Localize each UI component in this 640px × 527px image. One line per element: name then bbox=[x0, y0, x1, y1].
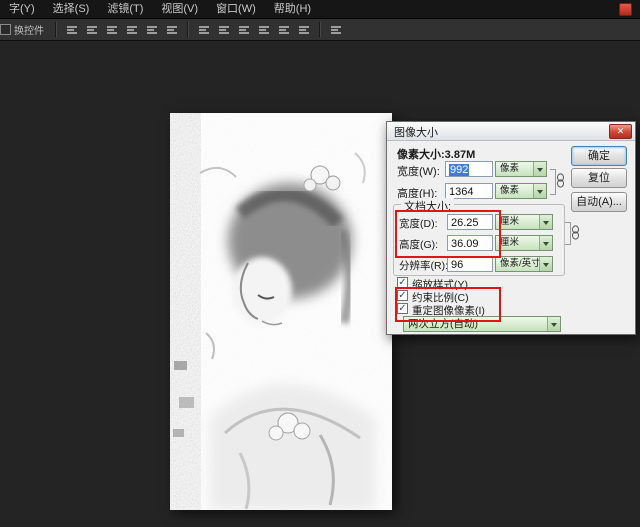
pixel-height-input[interactable]: 1364 bbox=[445, 183, 493, 199]
chevron-down-icon bbox=[533, 184, 546, 198]
menu-help[interactable]: 帮助(H) bbox=[265, 0, 320, 18]
toolbar-separator bbox=[187, 22, 189, 37]
align-bottom-icon[interactable] bbox=[164, 23, 180, 37]
close-icon[interactable]: ✕ bbox=[609, 124, 632, 139]
show-transform-controls-checkbox[interactable] bbox=[0, 24, 11, 35]
resample-image-checkbox[interactable]: ✓ bbox=[397, 303, 408, 314]
doc-width-label: 宽度(D): bbox=[399, 216, 438, 231]
pixel-width-value: 992 bbox=[449, 164, 469, 176]
window-control-icon[interactable] bbox=[619, 3, 632, 16]
doc-width-unit: 厘米 bbox=[500, 216, 519, 227]
options-bar: 换控件 bbox=[0, 19, 640, 41]
doc-height-label: 高度(G): bbox=[399, 237, 438, 252]
doc-width-value: 26.25 bbox=[451, 217, 479, 229]
align-center-horizontal-icon[interactable] bbox=[84, 23, 100, 37]
image-size-dialog: 图像大小 ✕ 像素大小:3.87M 宽度(W): 992 像素 高度(H): 1… bbox=[386, 121, 636, 335]
scale-styles-checkbox[interactable]: ✓ bbox=[397, 277, 408, 288]
photoshop-window: 字(Y) 选择(S) 滤镜(T) 视图(V) 窗口(W) 帮助(H) 换控件 bbox=[0, 0, 640, 527]
resolution-input[interactable]: 96 bbox=[447, 256, 493, 272]
menu-filter[interactable]: 滤镜(T) bbox=[98, 0, 152, 18]
constrain-proportions-checkbox[interactable]: ✓ bbox=[397, 290, 408, 301]
chevron-down-icon bbox=[539, 236, 552, 250]
resolution-unit-select[interactable]: 像素/英寸 bbox=[495, 256, 553, 272]
resolution-unit: 像素/英寸 bbox=[500, 258, 541, 269]
distribute-right-icon[interactable] bbox=[296, 23, 312, 37]
pixel-width-label: 宽度(W): bbox=[397, 163, 440, 179]
pixel-height-unit: 像素 bbox=[500, 185, 519, 196]
toolbar-separator bbox=[55, 22, 57, 37]
ok-button[interactable]: 确定 bbox=[571, 146, 627, 166]
doc-width-unit-select[interactable]: 厘米 bbox=[495, 214, 553, 230]
distribute-bottom-icon[interactable] bbox=[236, 23, 252, 37]
pixel-width-unit: 像素 bbox=[500, 163, 519, 174]
chevron-down-icon bbox=[533, 162, 546, 176]
pixel-width-unit-select[interactable]: 像素 bbox=[495, 161, 547, 177]
resample-method-select[interactable]: 两次立方(自动) bbox=[403, 316, 561, 332]
align-right-icon[interactable] bbox=[104, 23, 120, 37]
show-transform-controls-label: 换控件 bbox=[14, 22, 44, 37]
canvas-image bbox=[170, 113, 392, 510]
document-size-label: 文档大小: bbox=[401, 198, 454, 214]
document-canvas[interactable] bbox=[170, 113, 392, 510]
link-chain-icon bbox=[556, 173, 565, 188]
menu-window[interactable]: 窗口(W) bbox=[207, 0, 265, 18]
doc-width-input[interactable]: 26.25 bbox=[447, 214, 493, 230]
distribute-left-icon[interactable] bbox=[256, 23, 272, 37]
menu-select[interactable]: 选择(S) bbox=[44, 0, 99, 18]
menu-view[interactable]: 视图(V) bbox=[152, 0, 207, 18]
dialog-title: 图像大小 bbox=[394, 124, 438, 140]
pixel-width-input[interactable]: 992 bbox=[445, 161, 493, 177]
doc-height-unit-select[interactable]: 厘米 bbox=[495, 235, 553, 251]
pixel-height-value: 1364 bbox=[449, 186, 473, 198]
dialog-titlebar[interactable]: 图像大小 ✕ bbox=[387, 122, 635, 141]
align-top-icon[interactable] bbox=[124, 23, 140, 37]
align-middle-icon[interactable] bbox=[144, 23, 160, 37]
resample-method-value: 两次立方(自动) bbox=[408, 318, 478, 330]
link-chain-icon bbox=[571, 225, 580, 240]
menu-bar: 字(Y) 选择(S) 滤镜(T) 视图(V) 窗口(W) 帮助(H) bbox=[0, 0, 640, 19]
auto-button[interactable]: 自动(A)... bbox=[571, 192, 627, 212]
doc-height-input[interactable]: 36.09 bbox=[447, 235, 493, 251]
chevron-down-icon bbox=[547, 317, 560, 331]
doc-height-value: 36.09 bbox=[451, 238, 479, 250]
chevron-down-icon bbox=[539, 215, 552, 229]
align-left-icon[interactable] bbox=[64, 23, 80, 37]
chevron-down-icon bbox=[539, 257, 552, 271]
menu-type[interactable]: 字(Y) bbox=[0, 0, 44, 18]
toolbar-separator bbox=[319, 22, 321, 37]
doc-height-unit: 厘米 bbox=[500, 237, 519, 248]
reset-button[interactable]: 复位 bbox=[571, 168, 627, 188]
pixel-size-label: 像素大小:3.87M bbox=[397, 146, 475, 162]
distribute-middle-icon[interactable] bbox=[216, 23, 232, 37]
distribute-center-icon[interactable] bbox=[276, 23, 292, 37]
pixel-height-unit-select[interactable]: 像素 bbox=[495, 183, 547, 199]
resolution-label: 分辨率(R): bbox=[399, 258, 448, 273]
auto-align-layers-icon[interactable] bbox=[328, 23, 344, 37]
resolution-value: 96 bbox=[451, 259, 463, 271]
distribute-top-icon[interactable] bbox=[196, 23, 212, 37]
